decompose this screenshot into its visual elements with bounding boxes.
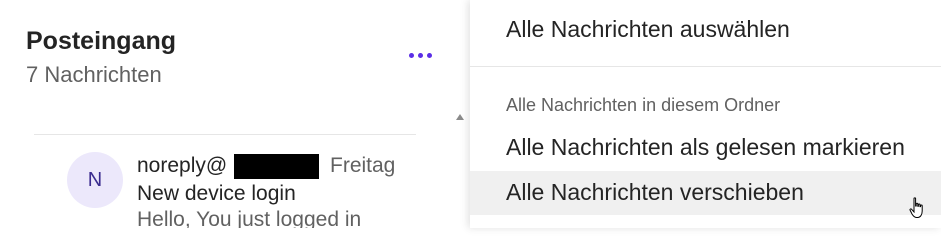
menu-item-label: Alle Nachrichten als gelesen markieren	[506, 134, 905, 160]
context-menu: Alle Nachrichten auswählen Alle Nachrich…	[470, 0, 941, 228]
message-preview: Hello, You just logged in	[137, 208, 362, 228]
more-options-button[interactable]	[402, 40, 438, 70]
menu-item-label: Alle Nachrichten verschieben	[506, 179, 804, 205]
menu-item-move-all[interactable]: Alle Nachrichten verschieben	[470, 171, 941, 215]
message-sender: noreply@	[137, 154, 228, 177]
scroll-up-arrow-icon[interactable]	[456, 114, 464, 120]
message-list-item[interactable]: N noreply@ Freitag New device login Hell…	[0, 140, 470, 228]
folder-title: Posteingang	[26, 27, 177, 55]
message-count: 7 Nachrichten	[26, 62, 162, 87]
list-divider	[34, 134, 416, 135]
hand-pointer-cursor-icon	[909, 197, 923, 218]
message-date: Freitag	[330, 154, 396, 177]
menu-item-select-all[interactable]: Alle Nachrichten auswählen	[470, 8, 941, 52]
more-horizontal-icon	[408, 52, 414, 58]
avatar: N	[67, 152, 123, 208]
more-horizontal-icon	[417, 52, 423, 58]
redacted-block	[234, 154, 319, 179]
menu-section-header: Alle Nachrichten in diesem Ordner	[506, 95, 781, 115]
message-list-pane: Posteingang 7 Nachrichten N noreply@ Fre…	[0, 0, 470, 228]
message-subject: New device login	[137, 182, 296, 205]
more-horizontal-icon	[426, 52, 432, 58]
menu-item-mark-all-read[interactable]: Alle Nachrichten als gelesen markieren	[470, 126, 941, 170]
menu-item-label: Alle Nachrichten auswählen	[506, 16, 790, 42]
menu-divider	[470, 66, 941, 67]
